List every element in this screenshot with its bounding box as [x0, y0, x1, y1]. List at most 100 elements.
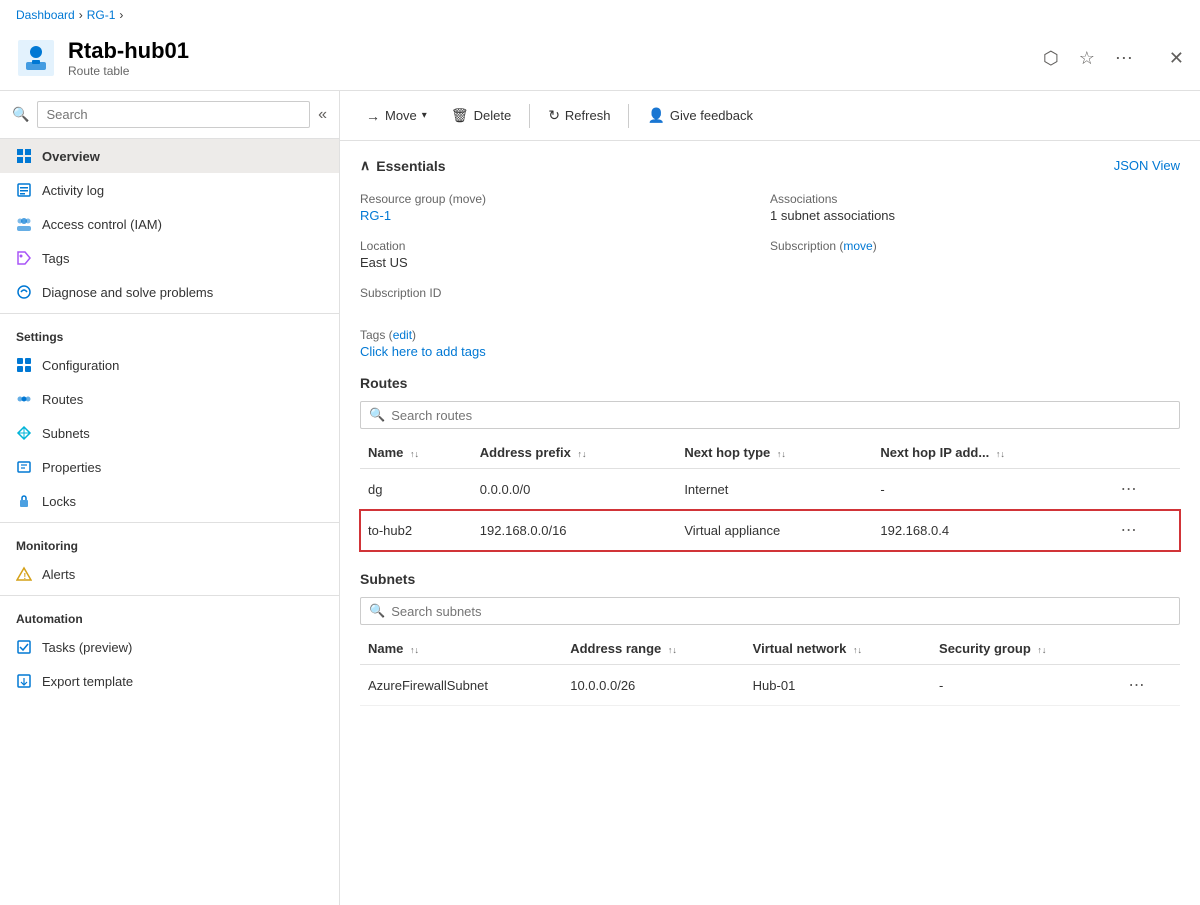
- sort-sg-icon[interactable]: ↑↓: [1037, 646, 1046, 655]
- tags-section: Tags (edit) Click here to add tags: [360, 328, 1180, 359]
- route-hop-type: Internet: [676, 469, 872, 510]
- sidebar-item-label: Access control (IAM): [42, 217, 162, 232]
- main-layout: 🔍 « Overview Activity log: [0, 91, 1200, 905]
- associations-value: 1 subnet associations: [770, 208, 1180, 223]
- search-icon: 🔍: [369, 603, 385, 619]
- row-menu-button[interactable]: ⋯: [1123, 673, 1151, 697]
- delete-button[interactable]: 🗑 Delete: [441, 101, 521, 130]
- sort-name-icon[interactable]: ↑↓: [410, 450, 419, 459]
- routes-col-next-hop-type: Next hop type ↑↓: [676, 437, 872, 469]
- sidebar-item-locks[interactable]: Locks: [0, 484, 339, 518]
- sidebar: 🔍 « Overview Activity log: [0, 91, 340, 905]
- resource-group-item: Resource group (move) RG-1: [360, 186, 770, 233]
- delete-icon: 🗑: [451, 107, 469, 124]
- sidebar-item-tags[interactable]: Tags: [0, 241, 339, 275]
- sidebar-item-configuration[interactable]: Configuration: [0, 348, 339, 382]
- add-tags-link[interactable]: Click here to add tags: [360, 344, 486, 359]
- diagnose-icon: [16, 284, 32, 300]
- sort-vnet-icon[interactable]: ↑↓: [853, 646, 862, 655]
- sidebar-item-overview[interactable]: Overview: [0, 139, 339, 173]
- subnets-section-title: Subnets: [360, 571, 1180, 587]
- sidebar-item-export-template[interactable]: Export template: [0, 664, 339, 698]
- routes-table: Name ↑↓ Address prefix ↑↓ Next hop type …: [360, 437, 1180, 551]
- sidebar-item-label: Subnets: [42, 426, 90, 441]
- subnets-search-input[interactable]: [391, 604, 1171, 619]
- tasks-icon: [16, 639, 32, 655]
- route-hop-ip: -: [872, 469, 1106, 510]
- subnets-table: Name ↑↓ Address range ↑↓ Virtual network…: [360, 633, 1180, 706]
- sidebar-item-tasks[interactable]: Tasks (preview): [0, 630, 339, 664]
- content-body: ∧ Essentials JSON View Resource group (m…: [340, 141, 1200, 742]
- routes-search-input[interactable]: [391, 408, 1171, 423]
- associations-item: Associations 1 subnet associations: [770, 186, 1180, 233]
- essentials-grid: Resource group (move) RG-1 Associations …: [360, 186, 1180, 312]
- activity-log-icon: [16, 182, 32, 198]
- row-menu-button[interactable]: ⋯: [1115, 477, 1143, 501]
- route-hop-type: Virtual appliance: [676, 510, 872, 551]
- search-icon: 🔍: [369, 407, 385, 423]
- close-button[interactable]: ✕: [1169, 48, 1184, 69]
- routes-col-next-hop-ip: Next hop IP add... ↑↓: [872, 437, 1106, 469]
- table-row: to-hub2 192.168.0.0/16 Virtual appliance…: [360, 510, 1180, 551]
- row-menu-button[interactable]: ⋯: [1115, 518, 1143, 542]
- sidebar-item-properties[interactable]: Properties: [0, 450, 339, 484]
- alerts-icon: !: [16, 566, 32, 582]
- route-hop-ip: 192.168.0.4: [872, 510, 1106, 551]
- sidebar-item-label: Tags: [42, 251, 69, 266]
- toolbar: → Move ▾ 🗑 Delete ↻ Refresh 👤 Give feedb…: [340, 91, 1200, 141]
- sidebar-item-label: Properties: [42, 460, 101, 475]
- route-prefix: 0.0.0.0/0: [472, 469, 677, 510]
- sidebar-item-label: Tasks (preview): [42, 640, 132, 655]
- sort-hop-type-icon[interactable]: ↑↓: [777, 450, 786, 459]
- breadcrumb-rg[interactable]: RG-1: [87, 8, 116, 22]
- essentials-title-text: Essentials: [376, 158, 445, 174]
- routes-col-name: Name ↑↓: [360, 437, 472, 469]
- move-chevron-icon: ▾: [422, 110, 427, 121]
- routes-col-address-prefix: Address prefix ↑↓: [472, 437, 677, 469]
- resource-group-link[interactable]: RG-1: [360, 208, 391, 223]
- sort-range-icon[interactable]: ↑↓: [668, 646, 677, 655]
- breadcrumb: Dashboard › RG-1 ›: [0, 0, 1200, 30]
- pin-button[interactable]: ⬡: [1039, 44, 1063, 73]
- sidebar-item-label: Export template: [42, 674, 133, 689]
- sort-name-icon[interactable]: ↑↓: [410, 646, 419, 655]
- subscription-id-item: Subscription ID: [360, 280, 770, 312]
- subnets-search-box: 🔍: [360, 597, 1180, 625]
- sort-prefix-icon[interactable]: ↑↓: [577, 450, 586, 459]
- tags-icon: [16, 250, 32, 266]
- feedback-button[interactable]: 👤 Give feedback: [637, 101, 763, 130]
- move-button[interactable]: → Move ▾: [356, 102, 437, 130]
- svg-text:!: !: [24, 572, 27, 581]
- star-button[interactable]: ☆: [1075, 44, 1099, 73]
- resource-type: Route table: [68, 64, 189, 78]
- sidebar-item-subnets[interactable]: Subnets: [0, 416, 339, 450]
- sidebar-item-label: Locks: [42, 494, 76, 509]
- settings-section-label: Settings: [0, 313, 339, 348]
- subnets-col-virtual-network: Virtual network ↑↓: [745, 633, 931, 665]
- automation-section-label: Automation: [0, 595, 339, 630]
- sidebar-item-label: Activity log: [42, 183, 104, 198]
- subnets-icon: [16, 425, 32, 441]
- location-item: Location East US: [360, 233, 770, 280]
- sidebar-item-alerts[interactable]: ! Alerts: [0, 557, 339, 591]
- search-icon: 🔍: [12, 106, 29, 123]
- route-name: to-hub2: [360, 510, 472, 551]
- breadcrumb-dashboard[interactable]: Dashboard: [16, 8, 75, 22]
- feedback-icon: 👤: [647, 107, 664, 124]
- main-content: → Move ▾ 🗑 Delete ↻ Refresh 👤 Give feedb…: [340, 91, 1200, 905]
- sidebar-item-routes[interactable]: Routes: [0, 382, 339, 416]
- subscription-move-link[interactable]: move: [843, 239, 872, 253]
- sidebar-item-activity-log[interactable]: Activity log: [0, 173, 339, 207]
- sidebar-item-access-control[interactable]: Access control (IAM): [0, 207, 339, 241]
- search-input[interactable]: [37, 101, 310, 128]
- collapse-sidebar-button[interactable]: «: [318, 106, 327, 124]
- more-button[interactable]: ⋯: [1111, 44, 1137, 73]
- essentials-header: ∧ Essentials JSON View: [360, 157, 1180, 174]
- tags-edit-link[interactable]: edit: [393, 328, 412, 342]
- sidebar-item-label: Overview: [42, 149, 100, 164]
- refresh-button[interactable]: ↻ Refresh: [538, 101, 620, 130]
- sort-hop-ip-icon[interactable]: ↑↓: [996, 450, 1005, 459]
- sidebar-item-diagnose[interactable]: Diagnose and solve problems: [0, 275, 339, 309]
- sidebar-nav: Overview Activity log Access control (IA…: [0, 139, 339, 905]
- json-view-link[interactable]: JSON View: [1114, 158, 1180, 173]
